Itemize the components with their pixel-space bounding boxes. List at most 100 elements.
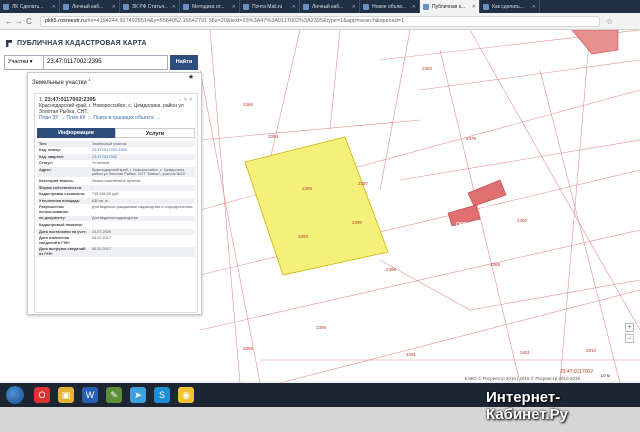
- tab-label: Почта Mail.ru: [252, 3, 283, 10]
- row-key: Статус:: [39, 161, 54, 166]
- parcel-label: 2396: [316, 325, 327, 330]
- favicon-icon: [183, 3, 189, 10]
- row-value: 715 345,50 руб.: [92, 192, 120, 197]
- row-value: 05.02.2017: [92, 236, 112, 241]
- results-panel: Земельные участки 1 1. 23:47:0117002:239…: [27, 72, 202, 315]
- url-path: /#x=4194244.9274928514&y=5584052.1654279…: [85, 17, 405, 24]
- search-type-value: Участки: [8, 59, 29, 65]
- tab-services[interactable]: Услуги: [115, 128, 195, 138]
- search-input[interactable]: 23:47:0117002:2395: [44, 55, 168, 70]
- browser-tab[interactable]: Методика от... ✕: [180, 0, 240, 13]
- tab-label: ЗК РФ Статья...: [132, 3, 169, 10]
- browser-tab[interactable]: Личный каб... ✕: [300, 0, 360, 13]
- browser-tab[interactable]: Новое объяв... ✕: [360, 0, 420, 13]
- favicon-icon: [3, 3, 9, 10]
- row-value[interactable]: 23:47:0117002: [90, 154, 195, 160]
- reload-button[interactable]: C: [24, 17, 34, 26]
- info-table: Тип: Земельный участок Кад. номер: 23:47:01…: [37, 141, 195, 258]
- close-icon[interactable]: ✕: [472, 4, 476, 10]
- row-key: Кадастровый инженер:: [39, 222, 83, 227]
- zoom-out-button[interactable]: −: [625, 334, 634, 343]
- opera-icon[interactable]: O: [34, 387, 50, 403]
- row-value: Краснодарский край, г. Новороссийск, с. …: [92, 167, 186, 177]
- row-key: Категория земель:: [39, 178, 75, 183]
- tab-label: Личный каб...: [312, 3, 344, 10]
- row-key: Кад. номер:: [39, 148, 62, 153]
- row-key: Дата выгрузки сведений из ГКН:: [39, 247, 86, 256]
- close-icon[interactable]: ✕: [292, 4, 296, 10]
- card-tabs: Информация Услуги: [37, 128, 195, 138]
- browser-tab[interactable]: Публичная к... ✕: [420, 0, 480, 13]
- row-key: Уточненная площадь:: [39, 198, 81, 203]
- parcel-label: 2395: [302, 186, 313, 191]
- table-row: Кад. квартал: 23:47:0117002: [37, 154, 195, 161]
- back-button[interactable]: ←: [4, 17, 14, 26]
- telegram-icon[interactable]: ➤: [130, 387, 146, 403]
- browser-tab[interactable]: ЗК РФ Статья... ✕: [120, 0, 180, 13]
- scale-label: 10 м: [600, 373, 610, 378]
- favicon-icon: [123, 3, 129, 10]
- chrome-icon[interactable]: ◉: [178, 387, 194, 403]
- row-value: 05.02.2017: [92, 247, 112, 252]
- forward-button[interactable]: →: [14, 17, 24, 26]
- building-tag[interactable]: ОКС: [456, 222, 467, 228]
- row-value: 630 кв. м: [92, 198, 108, 203]
- row-key: по документу:: [39, 216, 66, 221]
- favicon-icon: [363, 3, 369, 10]
- card-address: Краснодарский край, г. Новороссийск, с. …: [39, 103, 184, 115]
- address-bar: ← → C pkk5.rosreestr.ru/#x=4194244.92749…: [0, 13, 640, 30]
- paint-icon[interactable]: ✎: [106, 387, 122, 403]
- row-value: Земли населённых пунктов: [92, 178, 141, 183]
- close-icon[interactable]: ✕: [532, 4, 536, 10]
- skype-icon[interactable]: S: [154, 387, 170, 403]
- app-title[interactable]: ПУБЛИЧНАЯ КАДАСТРОВАЯ КАРТА: [6, 40, 147, 47]
- table-row: Кадастровый инженер: -: [37, 222, 195, 229]
- parcel-label: 2393: [298, 234, 309, 239]
- start-button[interactable]: [6, 386, 24, 404]
- close-icon[interactable]: ✕: [412, 4, 416, 10]
- close-icon[interactable]: ✕: [52, 4, 56, 10]
- row-key: Кадастровая стоимость:: [39, 192, 86, 197]
- find-button[interactable]: Найти: [170, 55, 198, 70]
- parcel-label: 2398: [386, 267, 397, 272]
- table-row: Кадастровая стоимость: 715 345,50 руб.: [37, 192, 195, 199]
- parcel-label: 2810: [586, 348, 597, 353]
- favicon-icon: [423, 3, 429, 10]
- card-header: 1. 23:47:0117002:2395 Краснодарский край…: [35, 94, 197, 121]
- url-input[interactable]: pkk5.rosreestr.ru/#x=4194244.9274928514&…: [40, 15, 600, 27]
- browser-tab[interactable]: ЛК Сделать... ✕: [0, 0, 60, 13]
- close-icon[interactable]: ✕: [172, 4, 176, 10]
- quarter-label: 23:47:0117002: [560, 369, 593, 375]
- table-row: Дата изменения сведений в ГКН: 05.02.2017: [37, 236, 195, 247]
- word-icon[interactable]: W: [82, 387, 98, 403]
- parcel-label: 2394: [268, 134, 279, 139]
- close-icon[interactable]: ✕: [352, 4, 356, 10]
- browser-tab[interactable]: Личный каб... ✕: [60, 0, 120, 13]
- favicon-icon: [303, 3, 309, 10]
- star-icon[interactable]: ☆: [606, 17, 613, 26]
- card-links[interactable]: План ЗУ → План КК → Поиск в границах объ…: [39, 115, 160, 121]
- tab-label: Публичная к...: [432, 3, 466, 10]
- row-key: Тип:: [39, 141, 48, 146]
- table-row: Форма собственности: -: [37, 184, 195, 192]
- pin-star-icon[interactable]: ★: [185, 73, 197, 85]
- building-tag[interactable]: ОКС: [480, 206, 491, 212]
- row-value: -: [92, 222, 94, 227]
- zoom-in-button[interactable]: +: [625, 323, 634, 332]
- table-row: Разрешенное использование: Для ведения гр…: [37, 205, 195, 216]
- close-icon[interactable]: ✕: [232, 4, 236, 10]
- row-value: -: [92, 185, 94, 190]
- tab-information[interactable]: Информация: [37, 128, 115, 138]
- card-tools-icon[interactable]: ⌂ ✎ ✕: [179, 97, 193, 103]
- browser-tab[interactable]: Как сделать... ✕: [480, 0, 540, 13]
- explorer-icon[interactable]: ▣: [58, 387, 74, 403]
- table-row: Уточненная площадь: 630 кв. м: [37, 198, 195, 205]
- close-icon[interactable]: ✕: [112, 4, 116, 10]
- browser-tab[interactable]: Почта Mail.ru ✕: [240, 0, 300, 13]
- row-key: Разрешенное использование:: [39, 205, 70, 214]
- search-type-select[interactable]: Участки ▾: [4, 55, 44, 70]
- parcel-label: 2401: [520, 350, 531, 355]
- row-value[interactable]: 23:47:0117002:2395: [90, 148, 195, 154]
- table-row: Адрес: Краснодарский край, г. Новороссийс…: [37, 167, 195, 179]
- row-key: Дата изменения сведений в ГКН:: [39, 236, 70, 245]
